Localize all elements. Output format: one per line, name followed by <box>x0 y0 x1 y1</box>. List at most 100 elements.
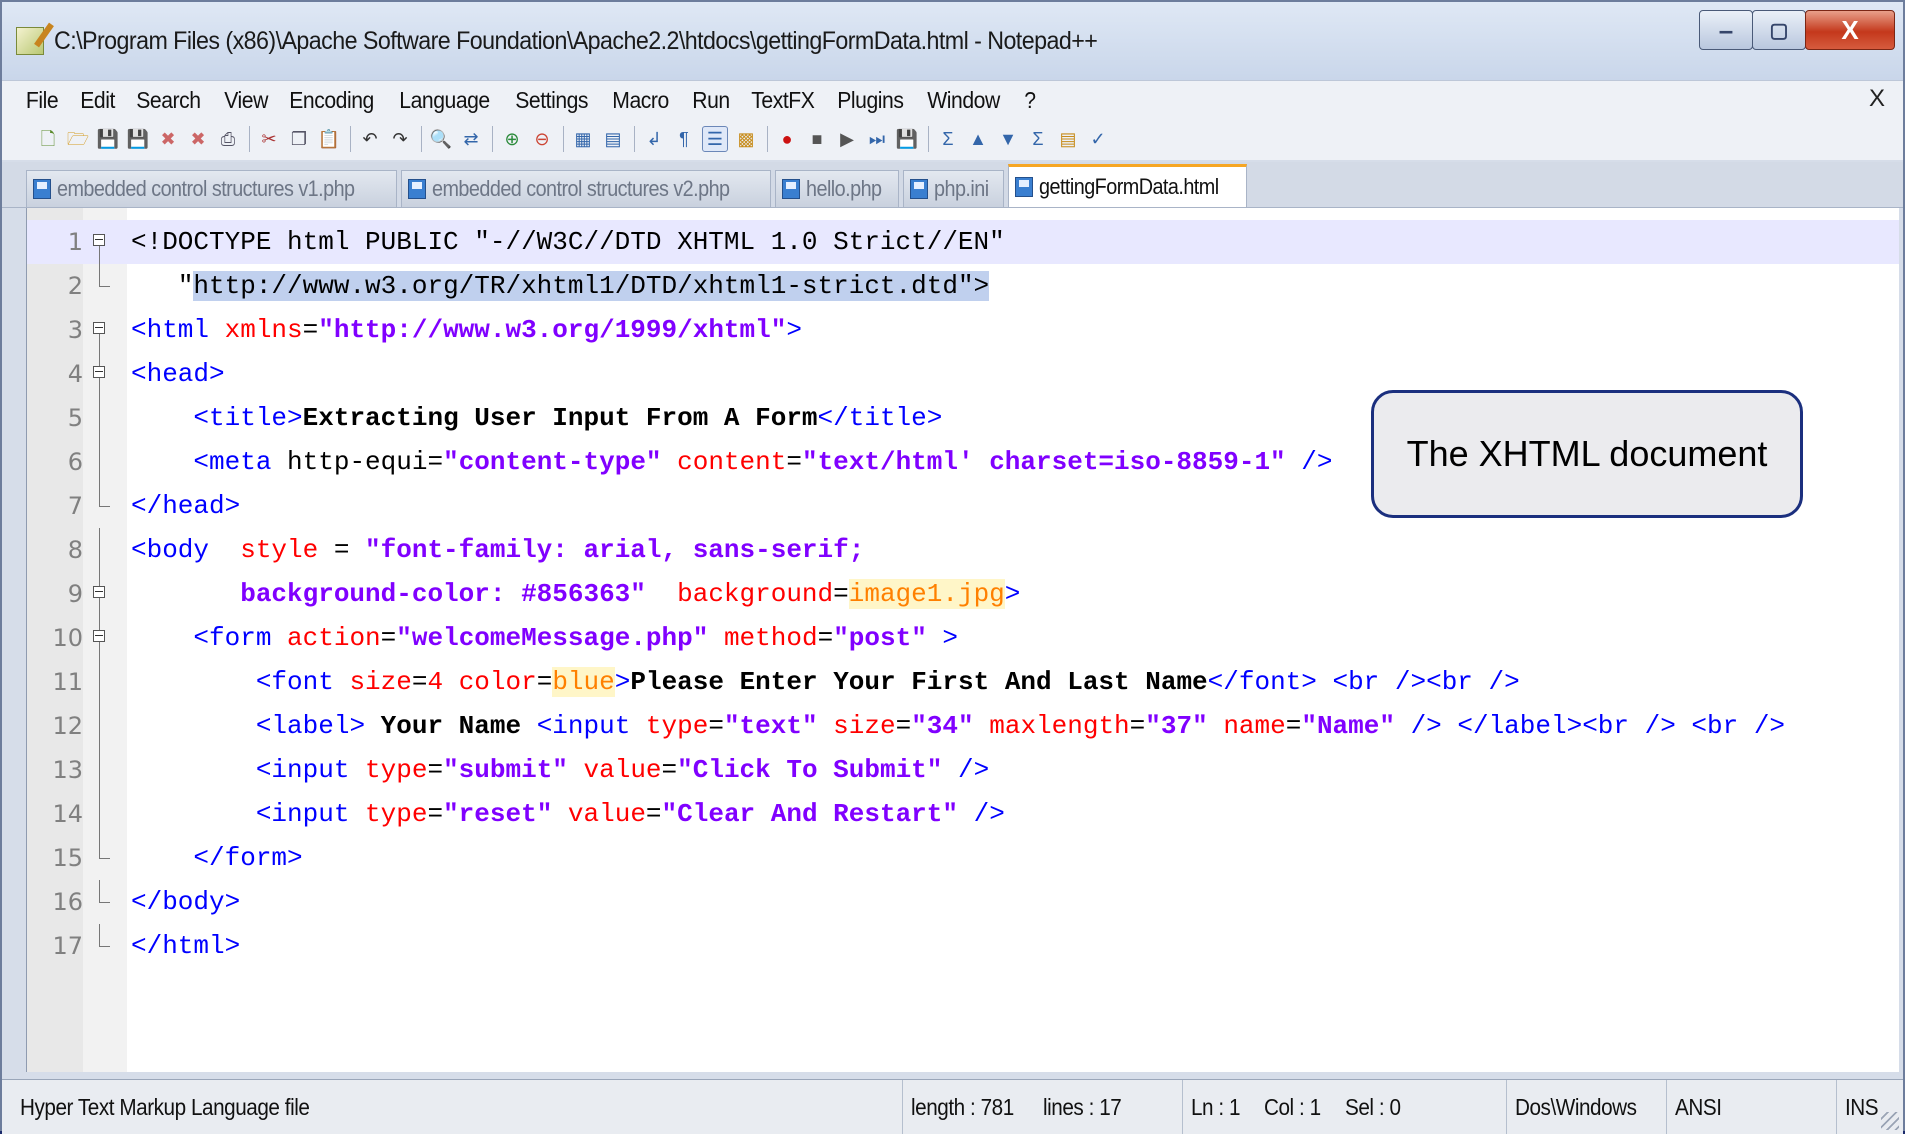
save-icon[interactable]: 💾 <box>96 127 120 151</box>
line-number: 13 <box>52 756 83 784</box>
zoom-in-icon[interactable]: ⊕ <box>500 127 524 151</box>
fold-minus-icon[interactable] <box>93 586 105 598</box>
play-macro-icon[interactable]: ▶ <box>835 127 859 151</box>
menu-encoding[interactable]: Encoding <box>281 87 382 114</box>
copy-icon[interactable]: ❐ <box>287 127 311 151</box>
save-all-icon[interactable]: 💾 <box>126 127 150 151</box>
menu-run[interactable]: Run <box>684 87 738 114</box>
fold-minus-icon[interactable] <box>93 322 105 334</box>
cut-icon[interactable]: ✂ <box>257 127 281 151</box>
toolbar-separator <box>421 126 422 152</box>
menu-view[interactable]: View <box>216 87 276 114</box>
code-line-8[interactable]: 8 <body style = "font-family: arial, san… <box>27 528 1899 572</box>
code-line-10[interactable]: 10 <form action="welcomeMessage.php" met… <box>27 616 1899 660</box>
fold-marker <box>83 792 127 836</box>
file-icon <box>782 179 801 199</box>
find-icon[interactable]: 🔍 <box>429 127 453 151</box>
selected-text[interactable]: http://www.w3.org/TR/xhtml1/DTD/xhtml1-s… <box>193 271 958 301</box>
code-line-9[interactable]: 9 background-color: #856363" background=… <box>27 572 1899 616</box>
close-file-icon[interactable]: ✖ <box>156 127 180 151</box>
code-line-12[interactable]: 12 <label> Your Name <input type="text" … <box>27 704 1899 748</box>
menu-settings[interactable]: Settings <box>507 87 596 114</box>
code-line-1[interactable]: 1 <!DOCTYPE html PUBLIC "-//W3C//DTD XHT… <box>27 220 1899 264</box>
new-file-icon[interactable]: 🗋 <box>36 127 60 151</box>
fold-marker[interactable] <box>83 572 127 616</box>
resize-grip-icon[interactable] <box>1881 1112 1899 1130</box>
document-close-button[interactable]: X <box>1869 85 1885 113</box>
code-line-13[interactable]: 13 <input type="submit" value="Click To … <box>27 748 1899 792</box>
line-number: 11 <box>52 668 83 696</box>
minimize-button[interactable]: – <box>1699 10 1753 50</box>
menu-language[interactable]: Language <box>391 87 498 114</box>
maximize-icon: ▢ <box>1769 19 1789 42</box>
tab-getting-form-data[interactable]: gettingFormData.html <box>1007 164 1248 207</box>
spell-check-icon[interactable]: ✓ <box>1086 127 1110 151</box>
code-line-14[interactable]: 14 <input type="reset" value="Clear And … <box>27 792 1899 836</box>
status-length-lines: length : 781 lines : 17 <box>902 1080 1182 1134</box>
close-all-icon[interactable]: ✖ <box>186 127 210 151</box>
save-macro-icon[interactable]: 💾 <box>895 127 919 151</box>
maximize-button[interactable]: ▢ <box>1752 10 1806 50</box>
fold-marker[interactable] <box>83 220 127 264</box>
toolbar-separator <box>350 126 351 152</box>
fold-marker <box>83 528 127 572</box>
redo-icon[interactable]: ↷ <box>388 127 412 151</box>
sync-horizontal-icon[interactable]: ▤ <box>601 127 625 151</box>
menu-file[interactable]: File <box>2 87 66 114</box>
paste-icon[interactable]: 📋 <box>317 127 341 151</box>
word-wrap-icon[interactable]: ↲ <box>642 127 666 151</box>
line-number: 5 <box>67 404 83 432</box>
open-file-icon[interactable]: 🗁 <box>66 127 90 151</box>
textfx-icon[interactable]: ▤ <box>1056 127 1080 151</box>
undo-icon[interactable]: ↶ <box>358 127 382 151</box>
fold-minus-icon[interactable] <box>93 366 105 378</box>
record-macro-icon[interactable]: ● <box>775 127 799 151</box>
code-line-2[interactable]: 2 "http://www.w3.org/TR/xhtml1/DTD/xhtml… <box>27 264 1899 308</box>
menu-edit[interactable]: Edit <box>72 87 123 114</box>
fold-marker[interactable] <box>83 308 127 352</box>
status-eol-format[interactable]: Dos\Windows <box>1506 1080 1666 1134</box>
line-number: 17 <box>52 932 83 960</box>
tab-php-ini[interactable]: php.ini <box>903 170 1004 207</box>
fold-marker[interactable] <box>83 616 127 660</box>
title-bar[interactable]: C:\Program Files (x86)\Apache Software F… <box>2 2 1903 80</box>
toolbar: 🗋 🗁 💾 💾 ✖ ✖ ⎙ ✂ ❐ 📋 ↶ ↷ 🔍 ⇄ ⊕ ⊖ ▦ ▤ ↲ ¶ … <box>2 118 1903 160</box>
menu-plugins[interactable]: Plugins <box>829 87 912 114</box>
close-button[interactable]: X <box>1805 10 1895 50</box>
fold-minus-icon[interactable] <box>93 630 105 642</box>
arrow-down-icon[interactable]: ▼ <box>996 127 1020 151</box>
run-macro-multiple-icon[interactable]: ⏭ <box>865 127 889 151</box>
menu-window[interactable]: Window <box>919 87 1008 114</box>
indent-guide-icon[interactable]: ☰ <box>702 126 728 152</box>
replace-icon[interactable]: ⇄ <box>459 127 483 151</box>
sync-vertical-icon[interactable]: ▦ <box>571 127 595 151</box>
menu-search[interactable]: Search <box>128 87 209 114</box>
show-all-chars-icon[interactable]: ¶ <box>672 127 696 151</box>
menu-macro[interactable]: Macro <box>604 87 677 114</box>
code-line-16[interactable]: 16 </body> <box>27 880 1899 924</box>
zoom-out-icon[interactable]: ⊖ <box>530 127 554 151</box>
tab-embedded-v1[interactable]: embedded control structures v1.php <box>26 170 397 207</box>
code-line-11[interactable]: 11 <font size=4 color=blue>Please Enter … <box>27 660 1899 704</box>
language-format-icon[interactable]: ▩ <box>734 127 758 151</box>
toolbar-separator <box>563 126 564 152</box>
code-editor[interactable]: 1 <!DOCTYPE html PUBLIC "-//W3C//DTD XHT… <box>26 208 1899 1072</box>
sum-alt-icon[interactable]: Σ <box>1026 127 1050 151</box>
toolbar-separator <box>634 126 635 152</box>
code-line-15[interactable]: 15 </form> <box>27 836 1899 880</box>
tab-hello[interactable]: hello.php <box>775 170 900 207</box>
arrow-up-icon[interactable]: ▲ <box>966 127 990 151</box>
sum-icon[interactable]: Σ <box>936 127 960 151</box>
code-line-3[interactable]: 3 <html xmlns="http://www.w3.org/1999/xh… <box>27 308 1899 352</box>
fold-minus-icon[interactable] <box>93 234 105 246</box>
menu-textfx[interactable]: TextFX <box>743 87 823 114</box>
status-encoding[interactable]: ANSI <box>1666 1080 1836 1134</box>
tab-embedded-v2[interactable]: embedded control structures v2.php <box>400 170 772 207</box>
line-number: 2 <box>67 272 83 300</box>
print-icon[interactable]: ⎙ <box>216 127 240 151</box>
menu-help[interactable]: ? <box>1016 87 1044 114</box>
stop-macro-icon[interactable]: ■ <box>805 127 829 151</box>
fold-marker[interactable] <box>83 352 127 396</box>
close-icon: X <box>1841 14 1859 45</box>
code-line-17[interactable]: 17 </html> <box>27 924 1899 968</box>
